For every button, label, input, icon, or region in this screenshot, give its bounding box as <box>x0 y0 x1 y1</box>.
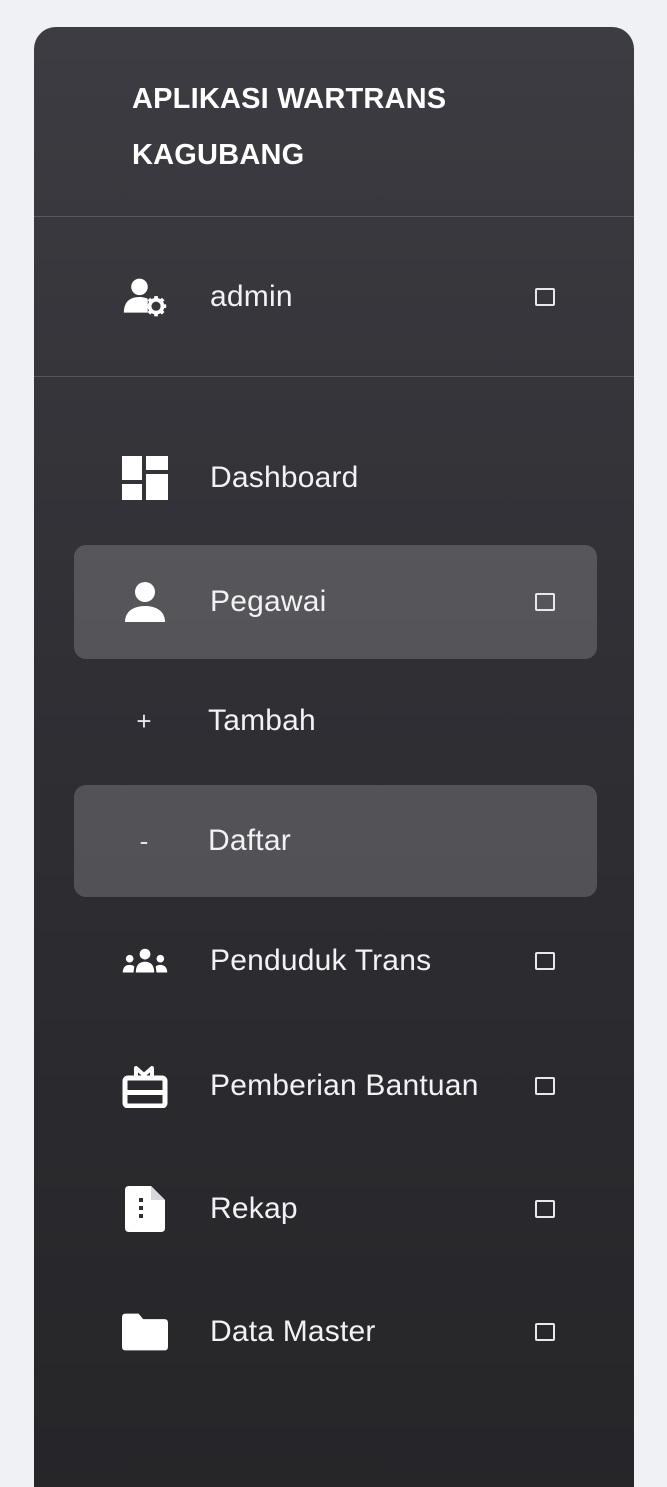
user-panel: admin <box>34 218 634 377</box>
expand-toggle-icon[interactable] <box>535 1323 555 1341</box>
person-icon <box>122 579 168 625</box>
folder-icon <box>122 1309 168 1355</box>
sidebar-item-label: Pegawai <box>210 585 327 618</box>
submenu-item-daftar[interactable]: - Daftar <box>74 785 597 897</box>
sidebar-item-dashboard[interactable]: Dashboard <box>74 421 597 535</box>
expand-toggle-icon[interactable] <box>535 593 555 611</box>
sidebar-item-label: Dashboard <box>210 461 359 494</box>
sidebar-brand: APLIKASI WARTRANS KAGUBANG <box>34 27 634 217</box>
sidebar-item-pegawai[interactable]: Pegawai <box>74 545 597 659</box>
sidebar-item-pemberian-bantuan[interactable]: Pemberian Bantuan <box>74 1029 597 1143</box>
sidebar-item-label: Data Master <box>210 1315 376 1348</box>
user-gear-icon <box>122 274 168 320</box>
sidebar-item-rekap[interactable]: Rekap <box>74 1152 597 1266</box>
app-title: APLIKASI WARTRANS KAGUBANG <box>132 83 447 171</box>
expand-toggle-icon[interactable] <box>535 952 555 970</box>
dashboard-icon <box>122 455 168 501</box>
sidebar-item-label: Rekap <box>210 1192 298 1225</box>
plus-bullet: + <box>136 705 152 736</box>
expand-toggle-icon[interactable] <box>535 1077 555 1095</box>
document-icon <box>122 1186 168 1232</box>
sidebar-item-label: Pemberian Bantuan <box>210 1069 479 1102</box>
group-icon <box>122 938 168 984</box>
expand-toggle-icon[interactable] <box>535 288 555 306</box>
sidebar-item-data-master[interactable]: Data Master <box>74 1275 597 1389</box>
submenu-item-label: Tambah <box>208 704 316 737</box>
sidebar-item-label: Penduduk Trans <box>210 944 432 977</box>
minus-bullet: - <box>139 825 149 856</box>
sidebar: APLIKASI WARTRANS KAGUBANG admin Dashboa… <box>34 27 634 1487</box>
expand-toggle-icon[interactable] <box>535 1200 555 1218</box>
sidebar-item-penduduk-trans[interactable]: Penduduk Trans <box>74 904 597 1018</box>
gift-icon <box>122 1063 168 1109</box>
submenu-item-label: Daftar <box>208 824 291 857</box>
submenu-item-tambah[interactable]: + Tambah <box>74 664 597 778</box>
user-menu-item[interactable]: admin <box>74 240 597 354</box>
user-name: admin <box>210 280 293 313</box>
